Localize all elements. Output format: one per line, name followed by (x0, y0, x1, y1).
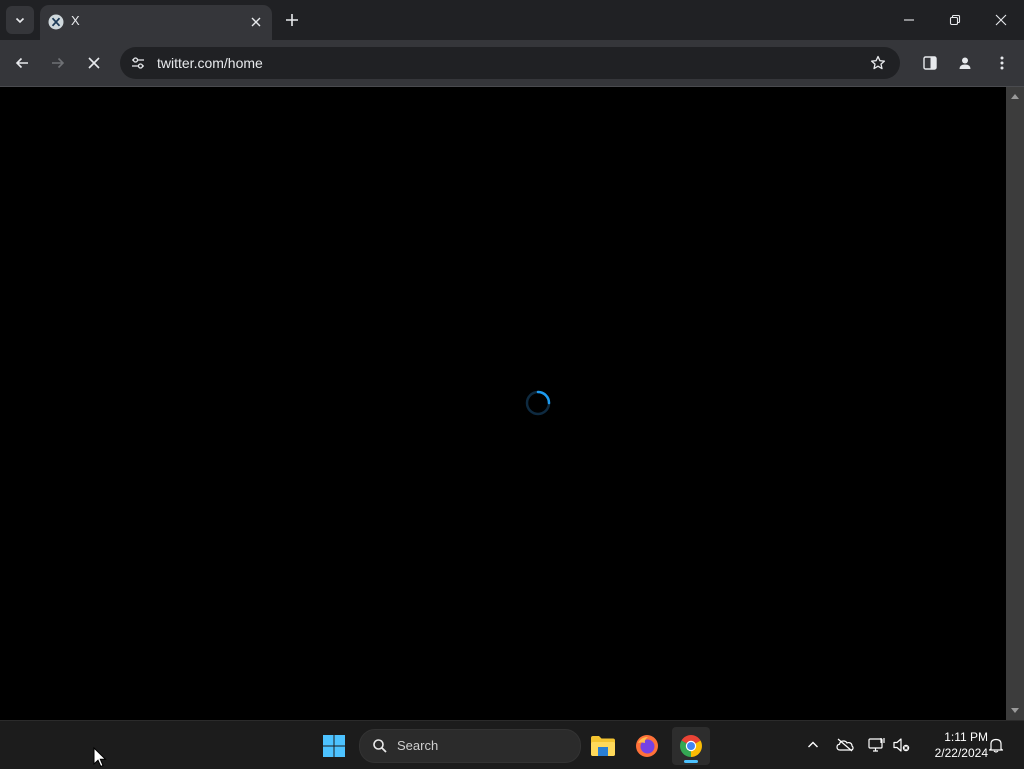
clock-date: 2/22/2024 (934, 746, 988, 760)
onedrive-icon (836, 738, 854, 752)
page-scrollbar[interactable] (1006, 87, 1024, 720)
side-panel-button[interactable] (916, 49, 944, 77)
kebab-menu-icon (994, 55, 1010, 71)
restore-button[interactable] (932, 0, 978, 40)
minimize-icon (903, 14, 915, 26)
close-icon (251, 17, 261, 27)
active-app-indicator (684, 760, 698, 763)
site-info-button[interactable] (126, 51, 150, 75)
taskbar-search-label: Search (397, 738, 439, 753)
url-text[interactable]: twitter.com/home (157, 55, 263, 71)
browser-menu-button[interactable] (988, 49, 1016, 77)
tab-title: X (71, 13, 80, 28)
chrome-button[interactable] (672, 727, 710, 765)
tab-close-button[interactable] (247, 13, 265, 31)
arrow-right-icon (50, 55, 66, 71)
search-icon (372, 738, 388, 754)
close-icon (995, 14, 1007, 26)
arrow-left-icon (14, 55, 30, 71)
windows-taskbar: Search 1:11 PM 2/22/2024 (0, 720, 1024, 769)
tab-search-button[interactable] (6, 6, 34, 34)
volume-tray-button[interactable] (892, 735, 912, 755)
chevron-up-icon (807, 739, 819, 751)
volume-muted-icon (893, 737, 911, 753)
bookmark-star-button[interactable] (866, 51, 890, 75)
network-tray-button[interactable] (867, 735, 887, 755)
stop-loading-button[interactable] (80, 49, 108, 77)
file-explorer-button[interactable] (584, 727, 622, 765)
tray-overflow-button[interactable] (803, 735, 823, 755)
chevron-down-icon (14, 14, 26, 26)
firefox-button[interactable] (628, 727, 666, 765)
notifications-button[interactable] (986, 735, 1006, 755)
taskbar-search[interactable]: Search (359, 729, 581, 763)
side-panel-icon (922, 55, 938, 71)
firefox-icon (635, 734, 659, 758)
minimize-button[interactable] (886, 0, 932, 40)
onedrive-tray-button[interactable] (835, 735, 855, 755)
profile-icon (957, 55, 973, 71)
browser-titlebar: X (0, 0, 1024, 40)
clock-time: 1:11 PM (944, 730, 988, 744)
new-tab-button[interactable] (282, 10, 302, 30)
scroll-up-icon[interactable] (1010, 91, 1020, 101)
start-icon (322, 734, 346, 758)
start-button[interactable] (315, 727, 353, 765)
chrome-icon (679, 734, 703, 758)
mouse-cursor-icon (93, 747, 107, 768)
plus-icon (285, 13, 299, 27)
forward-button[interactable] (44, 49, 72, 77)
stop-loading-icon (87, 56, 101, 70)
taskbar-clock[interactable]: 1:11 PM 2/22/2024 (918, 729, 988, 761)
loading-spinner (525, 390, 551, 416)
browser-toolbar: twitter.com/home (0, 40, 1024, 86)
restore-icon (949, 14, 961, 26)
scroll-down-icon[interactable] (1010, 706, 1020, 716)
network-icon (868, 737, 886, 753)
back-button[interactable] (8, 49, 36, 77)
address-bar[interactable]: twitter.com/home (120, 47, 900, 79)
file-explorer-icon (590, 735, 616, 757)
x-logo-icon (48, 14, 64, 30)
bell-icon (988, 737, 1004, 753)
page-viewport[interactable] (0, 87, 1006, 720)
close-window-button[interactable] (978, 0, 1024, 40)
browser-tab-active[interactable]: X (40, 5, 272, 40)
tune-icon (130, 55, 146, 71)
star-icon (870, 55, 886, 71)
profile-button[interactable] (951, 49, 979, 77)
